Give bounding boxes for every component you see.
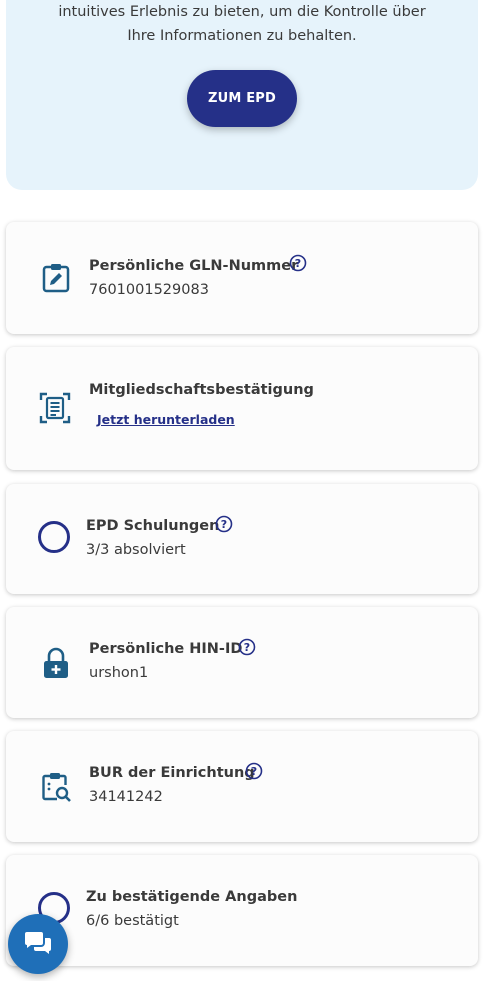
gln-value: 7601001529083 xyxy=(89,282,209,298)
progress-ring-icon xyxy=(38,521,70,553)
card-bur: BUR der Einrichtung ? 34141242 xyxy=(6,731,478,842)
svg-text:?: ? xyxy=(295,257,301,270)
help-icon[interactable]: ? xyxy=(245,762,263,780)
svg-text:?: ? xyxy=(244,641,250,654)
trainings-title: EPD Schulungen xyxy=(86,518,220,534)
confirmations-value: 6/6 bestätigt xyxy=(86,913,179,929)
help-icon[interactable]: ? xyxy=(215,515,233,533)
document-scan-icon xyxy=(39,392,71,424)
confirmations-title: Zu bestätigende Angaben xyxy=(86,889,298,905)
card-confirmations: Zu bestätigende Angaben 6/6 bestätigt xyxy=(6,855,478,966)
card-gln: Persönliche GLN-Nummer ? 7601001529083 xyxy=(6,222,478,334)
chat-button[interactable] xyxy=(8,914,68,974)
hero-banner: intuitives Erlebnis zu bieten, um die Ko… xyxy=(6,0,478,190)
help-icon[interactable]: ? xyxy=(289,254,307,272)
trainings-value: 3/3 absolviert xyxy=(86,542,186,558)
membership-title: Mitgliedschaftsbestätigung xyxy=(89,382,314,398)
card-hin: Persönliche HIN-ID ? urshon1 xyxy=(6,607,478,718)
bur-value: 34141242 xyxy=(89,789,163,805)
svg-text:?: ? xyxy=(221,518,227,531)
hero-description: intuitives Erlebnis zu bieten, um die Ko… xyxy=(58,4,426,44)
download-link[interactable]: Jetzt herunterladen xyxy=(97,412,235,427)
clipboard-edit-icon xyxy=(42,264,70,293)
hin-title: Persönliche HIN-ID xyxy=(89,641,243,657)
card-membership: Mitgliedschaftsbestätigung Jetzt herunte… xyxy=(6,347,478,470)
help-icon[interactable]: ? xyxy=(238,638,256,656)
bur-title: BUR der Einrichtung xyxy=(89,765,255,781)
to-epd-button[interactable]: ZUM EPD xyxy=(187,70,297,127)
lock-plus-icon xyxy=(44,647,68,678)
gln-title: Persönliche GLN-Nummer xyxy=(89,258,299,274)
svg-text:?: ? xyxy=(251,765,257,778)
clipboard-search-icon xyxy=(42,773,71,802)
chat-bubbles-icon xyxy=(25,932,51,954)
hin-value: urshon1 xyxy=(89,665,149,681)
card-trainings: EPD Schulungen ? 3/3 absolviert xyxy=(6,484,478,594)
